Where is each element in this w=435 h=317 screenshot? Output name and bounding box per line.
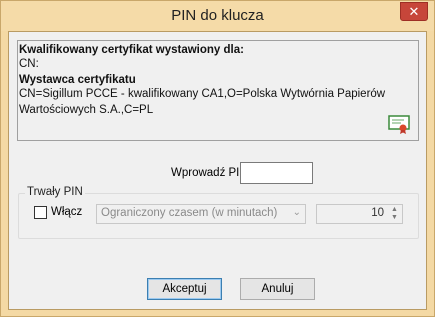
stepper-up-icon[interactable]: ▲ — [388, 206, 401, 214]
certificate-heading: Kwalifikowany certyfikat wystawiony dla: — [19, 44, 244, 56]
persistent-pin-title: Trwały PIN — [25, 186, 85, 198]
minutes-stepper[interactable]: 10 ▲ ▼ — [316, 204, 403, 224]
accept-button[interactable]: Akceptuj — [147, 278, 222, 300]
minutes-value: 10 — [371, 207, 384, 219]
issuer-line-2: Wartościowych S.A.,C=PL — [19, 104, 154, 116]
persistent-pin-group: Trwały PIN Włącz Ograniczony czasem (w m… — [18, 186, 419, 239]
issuer-heading: Wystawca certyfikatu — [19, 74, 136, 86]
certificate-icon — [388, 115, 410, 134]
chevron-down-icon: ⌄ — [292, 207, 301, 218]
dialog-window: PIN do klucza ✕ Kwalifikowany certyfikat… — [0, 0, 435, 317]
certificate-cn: CN: — [19, 58, 39, 70]
title-bar[interactable]: PIN do klucza ✕ — [1, 1, 434, 31]
pin-input[interactable] — [240, 162, 313, 184]
enable-persistent-pin-label[interactable]: Włącz — [51, 206, 82, 218]
close-button[interactable]: ✕ — [400, 2, 428, 21]
cancel-button[interactable]: Anuluj — [240, 278, 315, 300]
pin-duration-mode-value: Ograniczony czasem (w minutach) — [101, 207, 278, 219]
enable-persistent-pin-checkbox[interactable] — [34, 206, 47, 219]
window-title: PIN do klucza — [171, 7, 264, 24]
pin-duration-mode-select[interactable]: Ograniczony czasem (w minutach) ⌄ — [96, 204, 306, 224]
stepper-down-icon[interactable]: ▼ — [388, 214, 401, 222]
certificate-info-panel: Kwalifikowany certyfikat wystawiony dla:… — [17, 40, 419, 141]
dialog-body: Kwalifikowany certyfikat wystawiony dla:… — [8, 31, 427, 310]
issuer-line-1: CN=Sigillum PCCE - kwalifikowany CA1,O=P… — [19, 88, 386, 100]
